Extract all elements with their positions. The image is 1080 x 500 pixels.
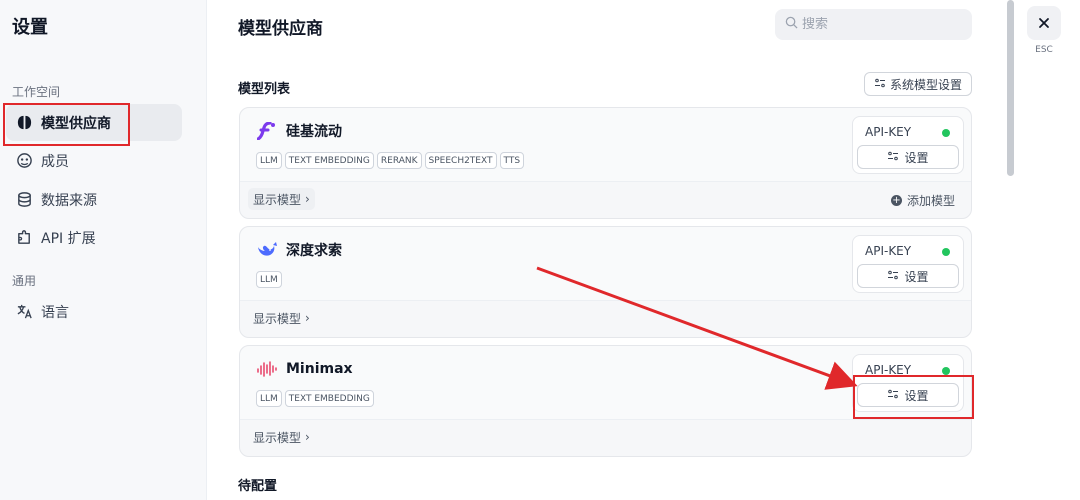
close-button[interactable] <box>1027 6 1061 40</box>
pending-config-title: 待配置 <box>238 479 278 494</box>
puzzle-icon <box>15 229 33 247</box>
sliders-icon <box>874 77 886 91</box>
sidebar-item-members[interactable]: 成员 <box>6 142 182 179</box>
tag: TTS <box>499 152 525 169</box>
main-content: 模型供应商 模型列表 系统模型设置 硅基流动 LLM <box>207 0 987 500</box>
tag: LLM <box>256 271 282 288</box>
provider-card-siliconflow: 硅基流动 LLM TEXT EMBEDDING RERANK SPEECH2TE… <box>239 107 972 219</box>
model-type-tags: LLM TEXT EMBEDDING RERANK SPEECH2TEXT TT… <box>256 152 525 169</box>
show-models-label: 显示模型 <box>253 430 302 445</box>
tag: TEXT EMBEDDING <box>284 390 374 407</box>
api-key-panel: API-KEY 设置 <box>852 235 964 293</box>
database-icon <box>15 191 33 209</box>
search-input[interactable] <box>802 17 952 32</box>
tag: RERANK <box>376 152 422 169</box>
model-type-tags: LLM <box>256 271 282 288</box>
tag: TEXT EMBEDDING <box>284 152 374 169</box>
provider-settings-button[interactable]: 设置 <box>857 145 959 169</box>
model-type-tags: LLM TEXT EMBEDDING <box>256 390 374 407</box>
add-model-label: 添加模型 <box>906 194 955 208</box>
show-models-button[interactable]: 显示模型 › <box>248 426 315 448</box>
sidebar-item-language[interactable]: 语言 <box>6 293 182 330</box>
tag: LLM <box>256 390 282 407</box>
provider-settings-button[interactable]: 设置 <box>857 264 959 288</box>
show-models-label: 显示模型 <box>253 311 302 326</box>
sidebar-item-label: 数据来源 <box>41 192 97 209</box>
deepseek-whale-logo <box>256 240 278 260</box>
sidebar-section-workspace: 工作空间 <box>12 85 61 99</box>
api-key-label: API-KEY <box>865 244 912 258</box>
sidebar-title: 设置 <box>12 17 48 38</box>
settings-label: 设置 <box>904 150 929 165</box>
esc-hint: ESC <box>1035 45 1053 55</box>
siliconflow-logo <box>256 121 278 141</box>
sliders-icon <box>887 269 899 283</box>
system-model-settings-label: 系统模型设置 <box>889 77 962 92</box>
chevron-right-icon: › <box>305 430 310 444</box>
close-icon <box>1038 14 1050 33</box>
api-key-panel: API-KEY 设置 <box>852 116 964 174</box>
annotation-highlight-sidebar <box>3 103 130 146</box>
chevron-right-icon: › <box>305 192 310 206</box>
provider-name: 硅基流动 <box>286 124 342 140</box>
system-model-settings-button[interactable]: 系统模型设置 <box>864 72 972 96</box>
plus-circle-icon: + <box>890 194 902 206</box>
settings-window: 设置 工作空间 模型供应商 成员 数据来源 API 扩展 通用 语言 模型供应商… <box>0 0 1080 500</box>
members-icon <box>15 152 33 170</box>
sidebar-item-label: 成员 <box>41 153 69 170</box>
sidebar: 设置 工作空间 模型供应商 成员 数据来源 API 扩展 通用 语言 <box>0 0 207 500</box>
minimax-waveform-logo <box>256 359 278 379</box>
translate-icon <box>15 303 33 321</box>
sidebar-item-api-extension[interactable]: API 扩展 <box>6 219 182 256</box>
tag: SPEECH2TEXT <box>424 152 497 169</box>
show-models-label: 显示模型 <box>253 192 302 207</box>
tag: LLM <box>256 152 282 169</box>
status-dot <box>942 248 950 256</box>
scrollbar[interactable] <box>1005 0 1015 500</box>
scrollbar-thumb[interactable] <box>1007 0 1014 176</box>
page-title: 模型供应商 <box>238 19 323 39</box>
show-models-button[interactable]: 显示模型 › <box>248 188 315 210</box>
api-key-label: API-KEY <box>865 125 912 139</box>
show-models-button[interactable]: 显示模型 › <box>248 307 315 329</box>
add-model-button[interactable]: + 添加模型 <box>890 192 955 209</box>
provider-name: Minimax <box>286 361 353 377</box>
sidebar-section-general: 通用 <box>12 274 37 288</box>
sidebar-item-label: API 扩展 <box>41 230 96 247</box>
search-icon <box>785 16 798 33</box>
settings-label: 设置 <box>904 269 929 284</box>
chevron-right-icon: › <box>305 311 310 325</box>
status-dot <box>942 367 950 375</box>
provider-card-deepseek: 深度求索 LLM API-KEY 设置 显示模型 › <box>239 226 972 338</box>
sidebar-item-data-source[interactable]: 数据来源 <box>6 181 182 218</box>
provider-name: 深度求索 <box>286 243 342 259</box>
annotation-highlight-settings <box>853 375 974 419</box>
status-dot <box>942 129 950 137</box>
search-box[interactable] <box>775 9 972 40</box>
sliders-icon <box>887 150 899 164</box>
model-list-title: 模型列表 <box>238 82 291 97</box>
sidebar-item-label: 语言 <box>41 304 69 321</box>
